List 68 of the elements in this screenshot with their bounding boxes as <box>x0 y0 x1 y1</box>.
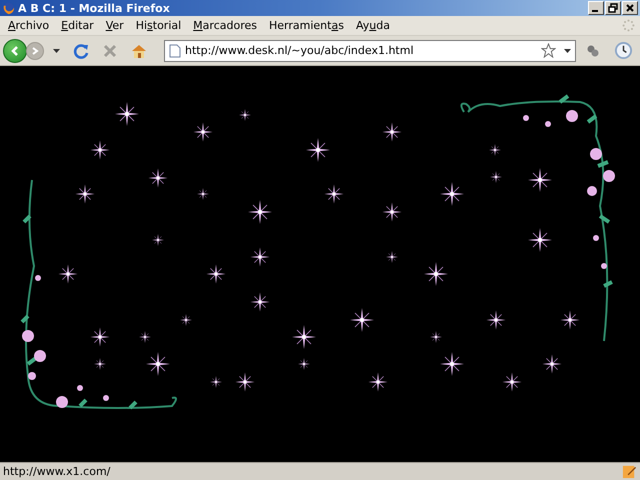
clock-icon[interactable] <box>614 41 633 60</box>
sparkle-icon <box>424 262 448 286</box>
menu-item[interactable]: Herramientas <box>262 19 350 32</box>
sparkle-icon <box>440 352 464 376</box>
menu-item[interactable]: Editar <box>55 19 100 32</box>
sparkle-icon <box>197 188 209 200</box>
sparkle-icon <box>382 122 402 142</box>
status-text: http://www.x1.com/ <box>3 465 112 478</box>
sparkle-icon <box>206 264 226 284</box>
sparkle-icon <box>560 310 580 330</box>
sparkle-icon <box>239 109 251 121</box>
sparkle-icon <box>75 184 95 204</box>
sparkle-icon <box>528 168 552 192</box>
sparkle-icon <box>250 247 270 267</box>
sparkle-icon <box>386 251 398 263</box>
sparkle-icon <box>298 358 310 370</box>
sparkle-icon <box>324 184 344 204</box>
page-icon <box>169 44 181 58</box>
address-field[interactable]: http://www.desk.nl/~you/abc/index1.html <box>164 40 576 62</box>
sparkle-icon <box>139 331 151 343</box>
sparkle-icon <box>502 372 522 392</box>
sparkle-icon <box>489 144 501 156</box>
sparkle-icon <box>180 314 192 326</box>
sparkle-icon <box>248 200 272 224</box>
sparkle-icon <box>152 234 164 246</box>
sparkle-icon <box>368 372 388 392</box>
sparkle-icon <box>350 308 374 332</box>
reload-icon[interactable] <box>73 42 89 58</box>
sparkle-icon <box>430 331 442 343</box>
sparkle-icon <box>58 264 78 284</box>
window-title: A B C: 1 - Mozilla Firefox <box>18 2 171 14</box>
dropdown-arrow-icon[interactable] <box>564 48 571 52</box>
menu-item[interactable]: Historial <box>130 19 188 32</box>
menu-item[interactable]: Ayuda <box>350 19 396 32</box>
minimize-button[interactable] <box>588 1 604 15</box>
sparkle-icon <box>94 358 106 370</box>
menu-item[interactable]: Ver <box>100 19 130 32</box>
sparkle-icon <box>440 182 464 206</box>
back-button[interactable] <box>3 38 27 62</box>
sparkle-icon <box>486 310 506 330</box>
sparkle-icon <box>115 102 139 126</box>
restore-icon <box>608 3 618 13</box>
sparkle-icon <box>146 352 170 376</box>
sparkle-icon <box>90 140 110 160</box>
browser-logo-icon <box>2 2 15 14</box>
sparkle-icon <box>235 372 255 392</box>
sparkle-icon <box>306 138 330 162</box>
home-icon[interactable] <box>131 42 147 58</box>
menu-item[interactable]: Marcadores <box>187 19 263 32</box>
throbber-icon <box>622 19 635 32</box>
extension-icon[interactable] <box>585 42 601 58</box>
sparkle-icon <box>490 171 502 183</box>
sparkle-icon <box>148 168 168 188</box>
sparkle-icon <box>210 376 222 388</box>
menu-item[interactable]: Archivo <box>2 19 56 32</box>
sparkle-icon <box>193 122 213 142</box>
sparkle-icon <box>542 354 562 374</box>
sparkle-icon <box>382 202 402 222</box>
restore-button[interactable] <box>605 1 621 15</box>
sparkle-icon <box>528 228 552 252</box>
close-icon <box>625 3 635 13</box>
sparkle-icon <box>250 292 270 312</box>
bookmark-star-icon[interactable] <box>541 43 556 58</box>
pencil-note-icon[interactable] <box>622 464 637 479</box>
minimize-icon <box>592 10 598 12</box>
sparkle-icon <box>90 327 110 347</box>
close-button[interactable] <box>622 1 638 15</box>
sparkle-icon <box>292 325 316 349</box>
